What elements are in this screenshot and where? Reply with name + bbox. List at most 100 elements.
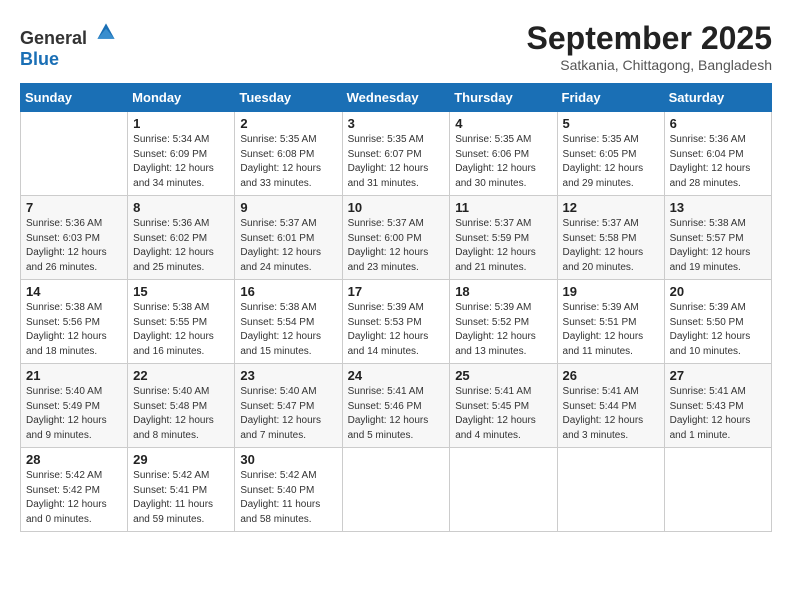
day-info: Sunrise: 5:39 AM Sunset: 5:53 PM Dayligh… <box>348 301 445 359</box>
day-number: 24 <box>348 368 445 383</box>
day-number: 20 <box>670 284 766 299</box>
day-number: 23 <box>240 368 336 383</box>
weekday-header-sunday: Sunday <box>21 84 128 112</box>
day-info: Sunrise: 5:35 AM Sunset: 6:08 PM Dayligh… <box>240 133 336 191</box>
calendar-cell: 22 Sunrise: 5:40 AM Sunset: 5:48 PM Dayli… <box>128 364 235 448</box>
calendar-week-row: 21 Sunrise: 5:40 AM Sunset: 5:49 PM Dayli… <box>21 364 772 448</box>
day-number: 14 <box>26 284 122 299</box>
calendar-cell: 7Sunrise: 5:36 AM Sunset: 6:03 PM Daylig… <box>21 196 128 280</box>
calendar-cell: 15 Sunrise: 5:38 AM Sunset: 5:55 PM Dayli… <box>128 280 235 364</box>
day-info: Sunrise: 5:35 AM Sunset: 6:05 PM Dayligh… <box>563 133 659 191</box>
calendar-cell: 19 Sunrise: 5:39 AM Sunset: 5:51 PM Dayli… <box>557 280 664 364</box>
day-number: 12 <box>563 200 659 215</box>
calendar-week-row: 14 Sunrise: 5:38 AM Sunset: 5:56 PM Dayli… <box>21 280 772 364</box>
day-info: Sunrise: 5:36 AM Sunset: 6:04 PM Dayligh… <box>670 133 766 191</box>
day-info: Sunrise: 5:39 AM Sunset: 5:51 PM Dayligh… <box>563 301 659 359</box>
day-info: Sunrise: 5:35 AM Sunset: 6:06 PM Dayligh… <box>455 133 551 191</box>
calendar-cell <box>450 448 557 532</box>
day-info: Sunrise: 5:38 AM Sunset: 5:54 PM Dayligh… <box>240 301 336 359</box>
calendar-cell: 27 Sunrise: 5:41 AM Sunset: 5:43 PM Dayli… <box>664 364 771 448</box>
calendar-cell: 26 Sunrise: 5:41 AM Sunset: 5:44 PM Dayli… <box>557 364 664 448</box>
calendar-cell: 12Sunrise: 5:37 AM Sunset: 5:58 PM Dayli… <box>557 196 664 280</box>
day-info: Sunrise: 5:41 AM Sunset: 5:43 PM Dayligh… <box>670 385 766 443</box>
day-number: 5 <box>563 116 659 131</box>
day-info: Sunrise: 5:38 AM Sunset: 5:55 PM Dayligh… <box>133 301 229 359</box>
calendar-cell: 29Sunrise: 5:42 AM Sunset: 5:41 PM Dayli… <box>128 448 235 532</box>
calendar-cell: 18 Sunrise: 5:39 AM Sunset: 5:52 PM Dayli… <box>450 280 557 364</box>
calendar-week-row: 1 Sunrise: 5:34 AM Sunset: 6:09 PM Daylig… <box>21 112 772 196</box>
day-number: 3 <box>348 116 445 131</box>
day-info: Sunrise: 5:39 AM Sunset: 5:52 PM Dayligh… <box>455 301 551 359</box>
day-info: Sunrise: 5:42 AM Sunset: 5:40 PM Dayligh… <box>240 469 336 527</box>
day-number: 28 <box>26 452 122 467</box>
weekday-header-saturday: Saturday <box>664 84 771 112</box>
calendar-table: SundayMondayTuesdayWednesdayThursdayFrid… <box>20 83 772 532</box>
day-info: Sunrise: 5:40 AM Sunset: 5:49 PM Dayligh… <box>26 385 122 443</box>
calendar-week-row: 28Sunrise: 5:42 AM Sunset: 5:42 PM Dayli… <box>21 448 772 532</box>
day-number: 4 <box>455 116 551 131</box>
weekday-header-tuesday: Tuesday <box>235 84 342 112</box>
logo-text: General Blue <box>20 20 118 70</box>
logo: General Blue <box>20 20 118 70</box>
calendar-cell: 24 Sunrise: 5:41 AM Sunset: 5:46 PM Dayli… <box>342 364 450 448</box>
title-area: September 2025 Satkania, Chittagong, Ban… <box>527 20 772 73</box>
calendar-cell: 16Sunrise: 5:38 AM Sunset: 5:54 PM Dayli… <box>235 280 342 364</box>
day-info: Sunrise: 5:37 AM Sunset: 6:00 PM Dayligh… <box>348 217 445 275</box>
day-info: Sunrise: 5:38 AM Sunset: 5:56 PM Dayligh… <box>26 301 122 359</box>
day-info: Sunrise: 5:34 AM Sunset: 6:09 PM Dayligh… <box>133 133 229 191</box>
calendar-cell: 13 Sunrise: 5:38 AM Sunset: 5:57 PM Dayli… <box>664 196 771 280</box>
day-info: Sunrise: 5:40 AM Sunset: 5:48 PM Dayligh… <box>133 385 229 443</box>
calendar-cell: 3 Sunrise: 5:35 AM Sunset: 6:07 PM Daylig… <box>342 112 450 196</box>
day-info: Sunrise: 5:36 AM Sunset: 6:02 PM Dayligh… <box>133 217 229 275</box>
day-info: Sunrise: 5:41 AM Sunset: 5:46 PM Dayligh… <box>348 385 445 443</box>
logo-blue: Blue <box>20 49 59 69</box>
calendar-cell: 9 Sunrise: 5:37 AM Sunset: 6:01 PM Daylig… <box>235 196 342 280</box>
day-number: 30 <box>240 452 336 467</box>
header: General Blue September 2025 Satkania, Ch… <box>20 20 772 73</box>
calendar-cell: 2 Sunrise: 5:35 AM Sunset: 6:08 PM Daylig… <box>235 112 342 196</box>
day-number: 10 <box>348 200 445 215</box>
calendar-cell: 14 Sunrise: 5:38 AM Sunset: 5:56 PM Dayli… <box>21 280 128 364</box>
day-number: 9 <box>240 200 336 215</box>
calendar-cell: 6 Sunrise: 5:36 AM Sunset: 6:04 PM Daylig… <box>664 112 771 196</box>
day-info: Sunrise: 5:38 AM Sunset: 5:57 PM Dayligh… <box>670 217 766 275</box>
day-number: 19 <box>563 284 659 299</box>
day-info: Sunrise: 5:42 AM Sunset: 5:41 PM Dayligh… <box>133 469 229 527</box>
day-number: 15 <box>133 284 229 299</box>
day-info: Sunrise: 5:40 AM Sunset: 5:47 PM Dayligh… <box>240 385 336 443</box>
weekday-header-wednesday: Wednesday <box>342 84 450 112</box>
weekday-header-friday: Friday <box>557 84 664 112</box>
day-number: 2 <box>240 116 336 131</box>
day-number: 25 <box>455 368 551 383</box>
calendar-cell: 5 Sunrise: 5:35 AM Sunset: 6:05 PM Daylig… <box>557 112 664 196</box>
day-number: 6 <box>670 116 766 131</box>
calendar-cell: 28Sunrise: 5:42 AM Sunset: 5:42 PM Dayli… <box>21 448 128 532</box>
day-info: Sunrise: 5:41 AM Sunset: 5:44 PM Dayligh… <box>563 385 659 443</box>
day-number: 11 <box>455 200 551 215</box>
day-info: Sunrise: 5:39 AM Sunset: 5:50 PM Dayligh… <box>670 301 766 359</box>
day-number: 17 <box>348 284 445 299</box>
weekday-header-thursday: Thursday <box>450 84 557 112</box>
logo-general: General <box>20 28 87 48</box>
calendar-cell: 10 Sunrise: 5:37 AM Sunset: 6:00 PM Dayli… <box>342 196 450 280</box>
day-number: 22 <box>133 368 229 383</box>
day-number: 8 <box>133 200 229 215</box>
day-info: Sunrise: 5:35 AM Sunset: 6:07 PM Dayligh… <box>348 133 445 191</box>
weekday-header-row: SundayMondayTuesdayWednesdayThursdayFrid… <box>21 84 772 112</box>
day-number: 27 <box>670 368 766 383</box>
day-number: 21 <box>26 368 122 383</box>
calendar-cell <box>557 448 664 532</box>
calendar-cell: 30 Sunrise: 5:42 AM Sunset: 5:40 PM Dayli… <box>235 448 342 532</box>
day-info: Sunrise: 5:41 AM Sunset: 5:45 PM Dayligh… <box>455 385 551 443</box>
day-number: 7 <box>26 200 122 215</box>
weekday-header-monday: Monday <box>128 84 235 112</box>
day-number: 18 <box>455 284 551 299</box>
calendar-cell: 1 Sunrise: 5:34 AM Sunset: 6:09 PM Daylig… <box>128 112 235 196</box>
day-number: 1 <box>133 116 229 131</box>
day-number: 13 <box>670 200 766 215</box>
day-info: Sunrise: 5:37 AM Sunset: 5:59 PM Dayligh… <box>455 217 551 275</box>
day-info: Sunrise: 5:37 AM Sunset: 6:01 PM Dayligh… <box>240 217 336 275</box>
calendar-cell: 25 Sunrise: 5:41 AM Sunset: 5:45 PM Dayli… <box>450 364 557 448</box>
calendar-cell: 20 Sunrise: 5:39 AM Sunset: 5:50 PM Dayli… <box>664 280 771 364</box>
day-number: 26 <box>563 368 659 383</box>
